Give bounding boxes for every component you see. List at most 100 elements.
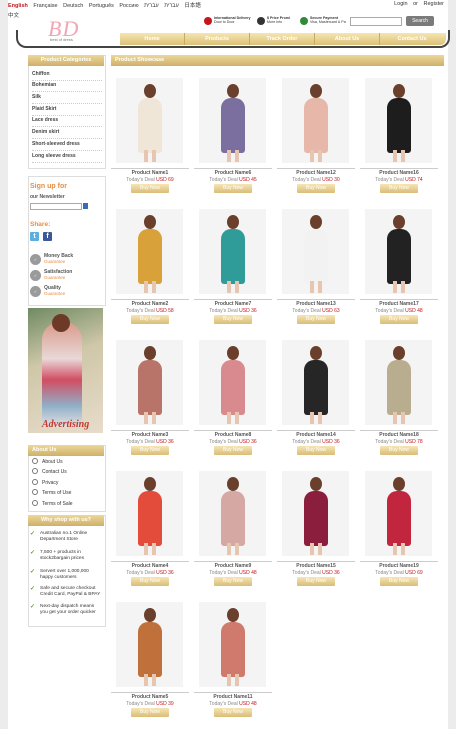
nav-about-us[interactable]: About Us xyxy=(315,33,380,45)
product-image[interactable] xyxy=(199,209,266,294)
buy-now-button[interactable]: Buy Now xyxy=(131,708,169,717)
product-image[interactable] xyxy=(116,209,183,294)
buy-now-button[interactable]: Buy Now xyxy=(131,315,169,324)
buy-now-button[interactable]: Buy Now xyxy=(380,446,418,455)
contact-link[interactable]: Contact Us xyxy=(32,467,67,477)
product-card[interactable]: Product Name1 Today's Deal USD 69 Buy Now xyxy=(111,78,189,204)
product-image[interactable] xyxy=(199,340,266,425)
category-item[interactable]: Silk xyxy=(32,92,102,104)
search-input[interactable] xyxy=(350,17,402,26)
product-image[interactable] xyxy=(282,209,349,294)
product-name[interactable]: Product Name9 xyxy=(194,563,272,569)
buy-now-button[interactable]: Buy Now xyxy=(214,708,252,717)
product-card[interactable]: Product Name19 Today's Deal USD 69 Buy Now xyxy=(360,471,438,597)
nav-contact-us[interactable]: Contact Us xyxy=(380,33,444,45)
language-link[interactable]: English xyxy=(8,3,28,9)
product-name[interactable]: Product Name11 xyxy=(194,694,272,700)
search-button[interactable]: Search xyxy=(406,16,434,26)
product-name[interactable]: Product Name7 xyxy=(194,301,272,307)
product-image[interactable] xyxy=(365,209,432,294)
product-name[interactable]: Product Name1 xyxy=(111,170,189,176)
category-item[interactable]: Denim skirt xyxy=(32,127,102,139)
product-image[interactable] xyxy=(365,471,432,556)
category-item[interactable]: Short-sleeved dress xyxy=(32,139,102,151)
product-image[interactable] xyxy=(199,602,266,687)
product-name[interactable]: Product Name14 xyxy=(277,432,355,438)
product-card[interactable]: Product Name4 Today's Deal USD 36 Buy Now xyxy=(111,471,189,597)
product-image[interactable] xyxy=(282,471,349,556)
buy-now-button[interactable]: Buy Now xyxy=(380,315,418,324)
product-image[interactable] xyxy=(116,471,183,556)
register-link[interactable]: Register xyxy=(424,1,444,7)
nav-track-order[interactable]: Track Order xyxy=(250,33,315,45)
buy-now-button[interactable]: Buy Now xyxy=(131,577,169,586)
twitter-icon[interactable]: t xyxy=(30,232,39,241)
buy-now-button[interactable]: Buy Now xyxy=(380,184,418,193)
buy-now-button[interactable]: Buy Now xyxy=(214,446,252,455)
product-card[interactable]: Product Name16 Today's Deal USD 74 Buy Now xyxy=(360,78,438,204)
product-name[interactable]: Product Name17 xyxy=(360,301,438,307)
product-name[interactable]: Product Name8 xyxy=(194,432,272,438)
buy-now-button[interactable]: Buy Now xyxy=(297,446,335,455)
terms-of-sale-link[interactable]: Terms of Sale xyxy=(32,499,73,509)
product-image[interactable] xyxy=(116,602,183,687)
product-card[interactable]: Product Name15 Today's Deal USD 36 Buy Now xyxy=(277,471,355,597)
newsletter-submit-button[interactable] xyxy=(83,203,88,209)
product-image[interactable] xyxy=(365,78,432,163)
product-name[interactable]: Product Name19 xyxy=(360,563,438,569)
product-image[interactable] xyxy=(116,340,183,425)
language-link[interactable]: Deutsch xyxy=(63,3,83,9)
product-image[interactable] xyxy=(365,340,432,425)
product-card[interactable]: Product Name9 Today's Deal USD 48 Buy Now xyxy=(194,471,272,597)
buy-now-button[interactable]: Buy Now xyxy=(297,184,335,193)
product-name[interactable]: Product Name13 xyxy=(277,301,355,307)
product-image[interactable] xyxy=(116,78,183,163)
buy-now-button[interactable]: Buy Now xyxy=(214,315,252,324)
language-link[interactable]: 中文 xyxy=(8,11,19,19)
privacy-link[interactable]: Privacy xyxy=(32,478,58,488)
product-card[interactable]: Product Name7 Today's Deal USD 36 Buy Now xyxy=(194,209,272,335)
product-name[interactable]: Product Name15 xyxy=(277,563,355,569)
product-card[interactable]: Product Name12 Today's Deal USD 30 Buy Now xyxy=(277,78,355,204)
buy-now-button[interactable]: Buy Now xyxy=(214,184,252,193)
product-card[interactable]: Product Name14 Today's Deal USD 36 Buy Now xyxy=(277,340,355,466)
buy-now-button[interactable]: Buy Now xyxy=(297,577,335,586)
product-card[interactable]: Product Name3 Today's Deal USD 36 Buy Now xyxy=(111,340,189,466)
buy-now-button[interactable]: Buy Now xyxy=(297,315,335,324)
product-image[interactable] xyxy=(282,78,349,163)
language-link[interactable]: Française xyxy=(33,3,57,9)
product-name[interactable]: Product Name16 xyxy=(360,170,438,176)
newsletter-email-input[interactable] xyxy=(30,203,82,210)
category-item[interactable]: Long sleeve dress xyxy=(32,151,102,163)
product-name[interactable]: Product Name4 xyxy=(111,563,189,569)
nav-home[interactable]: Home xyxy=(120,33,185,45)
logo[interactable]: BD best of dress xyxy=(36,16,96,44)
product-card[interactable]: Product Name2 Today's Deal USD 58 Buy Now xyxy=(111,209,189,335)
product-image[interactable] xyxy=(199,78,266,163)
category-item[interactable]: Lace dress xyxy=(32,115,102,127)
product-name[interactable]: Product Name5 xyxy=(111,694,189,700)
product-card[interactable]: Product Name6 Today's Deal USD 45 Buy Now xyxy=(194,78,272,204)
about-link[interactable]: About Us xyxy=(32,457,63,467)
buy-now-button[interactable]: Buy Now xyxy=(131,446,169,455)
terms-of-use-link[interactable]: Terms of Use xyxy=(32,488,71,498)
nav-products[interactable]: Products xyxy=(185,33,250,45)
product-name[interactable]: Product Name3 xyxy=(111,432,189,438)
language-link[interactable]: 日本語 xyxy=(184,3,201,9)
product-card[interactable]: Product Name17 Today's Deal USD 48 Buy Now xyxy=(360,209,438,335)
product-name[interactable]: Product Name18 xyxy=(360,432,438,438)
language-link[interactable]: Português xyxy=(89,3,114,9)
product-card[interactable]: Product Name8 Today's Deal USD 36 Buy Now xyxy=(194,340,272,466)
buy-now-button[interactable]: Buy Now xyxy=(214,577,252,586)
facebook-icon[interactable]: f xyxy=(43,232,52,241)
category-item[interactable]: Bohemian xyxy=(32,80,102,92)
product-name[interactable]: Product Name2 xyxy=(111,301,189,307)
product-card[interactable]: Product Name18 Today's Deal USD 78 Buy Now xyxy=(360,340,438,466)
product-image[interactable] xyxy=(199,471,266,556)
advertising-banner[interactable]: Advertising xyxy=(28,308,103,433)
login-link[interactable]: Login xyxy=(394,1,407,7)
product-name[interactable]: Product Name12 xyxy=(277,170,355,176)
product-card[interactable]: Product Name5 Today's Deal USD 39 Buy Now xyxy=(111,602,189,728)
language-link[interactable]: עברית xyxy=(164,3,179,9)
buy-now-button[interactable]: Buy Now xyxy=(380,577,418,586)
